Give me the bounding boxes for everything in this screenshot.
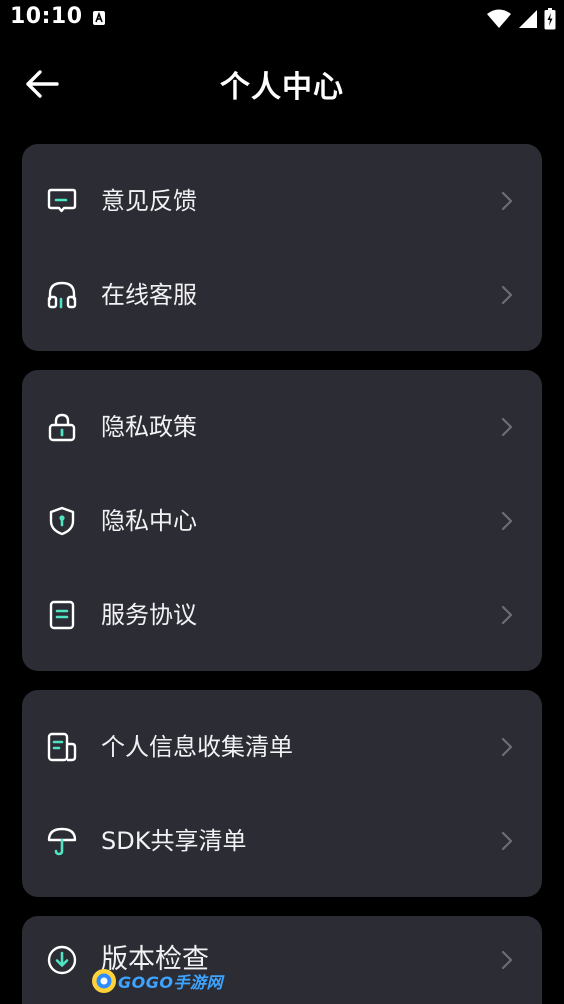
gogo-logo-icon (92, 969, 116, 993)
status-bar: 10:10 (0, 0, 564, 38)
policy-card: 隐私政策 隐私中心 服务协议 (22, 370, 542, 671)
watermark-logo: GOGO手游网 (90, 964, 223, 998)
chevron-right-icon (501, 417, 513, 437)
chevron-right-icon (501, 191, 513, 211)
wifi-icon (487, 9, 511, 28)
menu-item-label: 个人信息收集清单 (101, 733, 293, 761)
chevron-right-icon (501, 737, 513, 757)
menu-item-label: 在线客服 (101, 281, 197, 309)
menu-item-sdk-share-list[interactable]: SDK共享清单 (22, 794, 542, 888)
signal-icon (519, 10, 537, 28)
menu-item-label: 隐私政策 (101, 413, 197, 441)
status-time: 10:10 (10, 4, 83, 29)
menu-item-label: 服务协议 (101, 601, 197, 629)
menu-item-label: 隐私中心 (101, 507, 197, 535)
status-icons (486, 8, 556, 30)
menu-item-privacy-policy[interactable]: 隐私政策 (22, 380, 542, 474)
chevron-right-icon (501, 605, 513, 625)
app-bar: 个人中心 (0, 48, 564, 118)
menu-item-online-service[interactable]: 在线客服 (22, 248, 542, 342)
menu-item-privacy-center[interactable]: 隐私中心 (22, 474, 542, 568)
shield-icon (49, 506, 75, 536)
document-icon (49, 600, 75, 630)
menu-item-service-agreement[interactable]: 服务协议 (22, 568, 542, 662)
chevron-right-icon (501, 285, 513, 305)
umbrella-icon (47, 827, 77, 856)
download-icon (47, 945, 77, 975)
page-title: 个人中心 (220, 70, 344, 105)
battery-icon (544, 8, 556, 30)
chevron-right-icon (501, 511, 513, 531)
headset-icon (47, 281, 77, 309)
menu-item-feedback[interactable]: 意见反馈 (22, 154, 542, 248)
watermark-text: GOGO手游网 (118, 973, 223, 992)
support-card: 意见反馈 在线客服 (22, 144, 542, 351)
data-list-card: 个人信息收集清单 SDK共享清单 (22, 690, 542, 897)
menu-item-label: SDK共享清单 (101, 827, 247, 855)
feedback-icon (47, 188, 77, 213)
notification-icon (93, 11, 105, 25)
chevron-right-icon (501, 950, 513, 970)
lock-icon (48, 413, 76, 442)
chevron-right-icon (501, 831, 513, 851)
menu-item-label: 意见反馈 (101, 187, 197, 215)
menu-item-personal-info-list[interactable]: 个人信息收集清单 (22, 700, 542, 794)
info-list-icon (47, 732, 77, 762)
